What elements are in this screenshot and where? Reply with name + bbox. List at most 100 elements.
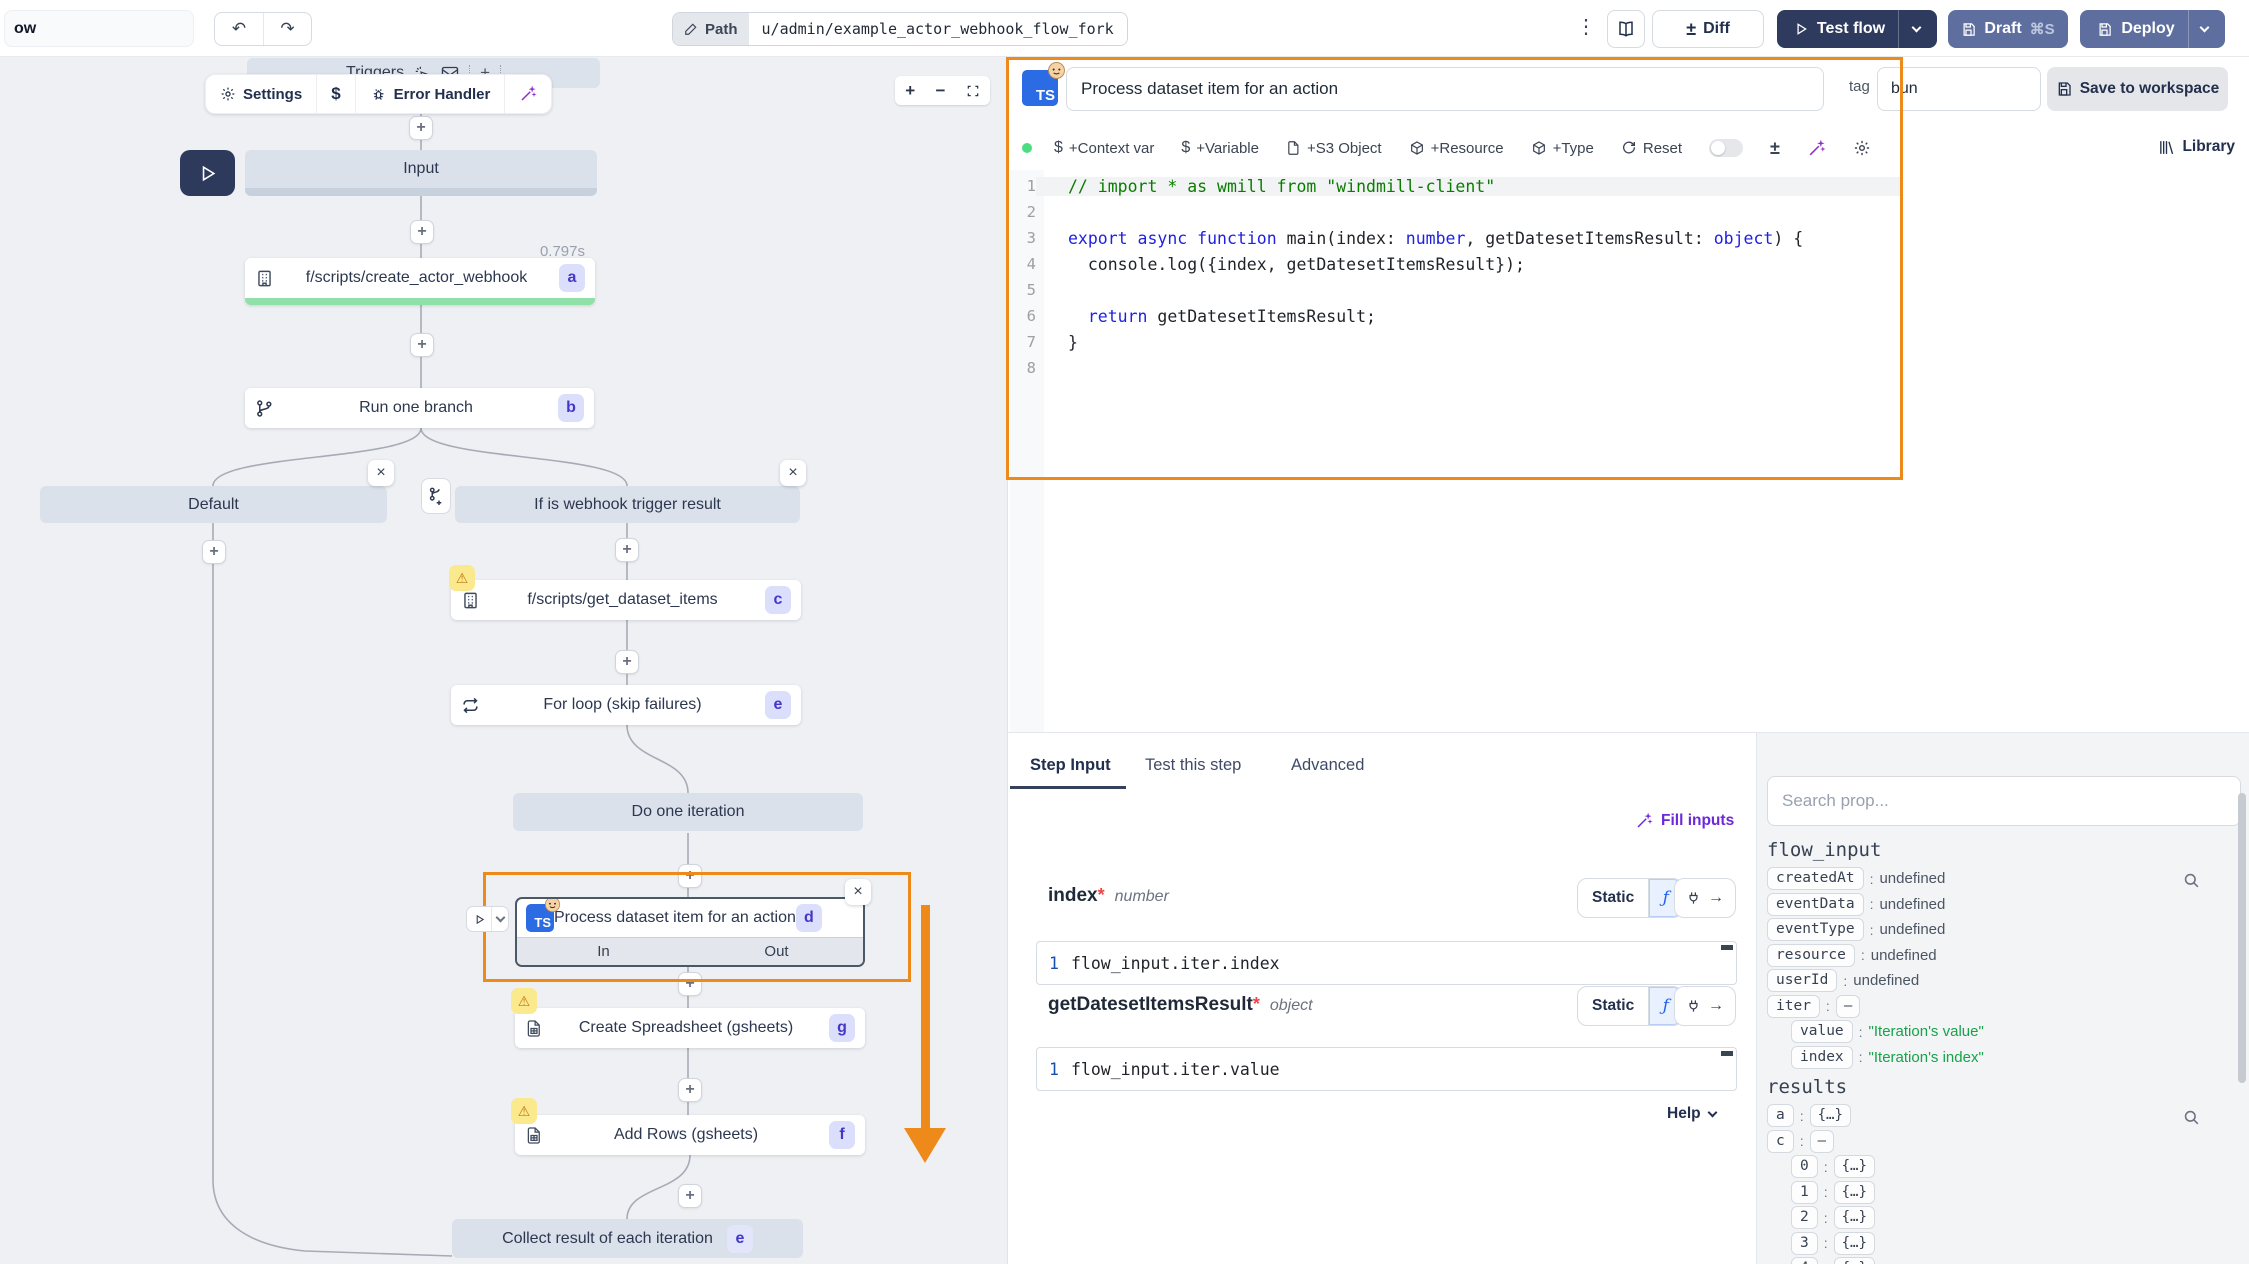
editor-settings-button[interactable]: [1853, 139, 1871, 157]
branch-default[interactable]: Default: [40, 486, 387, 523]
insert-step-button[interactable]: +: [615, 538, 639, 562]
play-icon[interactable]: [467, 907, 491, 931]
path-field[interactable]: Path u/admin/example_actor_webhook_flow_…: [672, 12, 1128, 46]
prop-row[interactable]: eventData : undefined: [1767, 892, 2227, 918]
test-flow-button[interactable]: Test flow: [1777, 10, 1937, 48]
insert-step-button[interactable]: +: [615, 650, 639, 674]
deploy-dropdown[interactable]: [2189, 28, 2221, 31]
prop-row[interactable]: value : "Iteration's value": [1767, 1019, 2227, 1045]
delete-step-button[interactable]: ×: [845, 879, 871, 905]
code-editor[interactable]: 1 // import * as wmill from "windmill-cl…: [1010, 173, 1903, 381]
prop-key[interactable]: eventData: [1767, 893, 1864, 916]
run-step-menu[interactable]: [466, 906, 509, 932]
prop-key[interactable]: 1: [1791, 1181, 1818, 1204]
diff-toggle[interactable]: [1709, 139, 1743, 157]
add-context-var-button[interactable]: $ +Context var: [1054, 139, 1154, 157]
prop-row[interactable]: iter : –: [1767, 994, 2227, 1020]
insert-step-button[interactable]: +: [409, 116, 433, 140]
prop-key[interactable]: value: [1791, 1020, 1853, 1043]
prop-row[interactable]: 2 : {…}: [1767, 1205, 2227, 1231]
input-node[interactable]: Input: [245, 150, 597, 196]
node-run-one-branch[interactable]: Run one branch b: [245, 388, 594, 428]
prop-key[interactable]: a: [1767, 1104, 1794, 1127]
search-icon[interactable]: [2182, 871, 2201, 890]
insert-step-button[interactable]: +: [410, 333, 434, 357]
fit-view-button[interactable]: [966, 84, 980, 98]
prop-row[interactable]: resource : undefined: [1767, 943, 2227, 969]
code-line[interactable]: 5: [1010, 277, 1903, 303]
prop-row[interactable]: 0 : {…}: [1767, 1154, 2227, 1180]
insert-step-button[interactable]: +: [678, 864, 702, 888]
node-add-rows[interactable]: Add Rows (gsheets) f: [515, 1115, 865, 1155]
tab-step-input[interactable]: Step Input: [1030, 756, 1111, 775]
fill-inputs-button[interactable]: Fill inputs: [1635, 812, 1734, 830]
node-get-dataset-items[interactable]: f/scripts/get_dataset_items c: [451, 580, 801, 620]
branch-if-webhook[interactable]: If is webhook trigger result: [455, 486, 800, 523]
code-line[interactable]: 2: [1010, 199, 1903, 225]
prop-row[interactable]: eventType : undefined: [1767, 917, 2227, 943]
flow-settings-button[interactable]: Settings: [206, 75, 316, 113]
docs-button[interactable]: [1607, 10, 1645, 48]
prop-key[interactable]: index: [1791, 1046, 1853, 1069]
prop-row[interactable]: 3 : {…}: [1767, 1231, 2227, 1257]
prop-row[interactable]: 4 : {…}: [1767, 1256, 2227, 1264]
prop-row[interactable]: a : {…}: [1767, 1103, 2227, 1129]
input-mode-toggle[interactable]: Static ƒ: [1577, 986, 1683, 1026]
collect-result-node[interactable]: Collect result of each iteration e: [452, 1219, 803, 1258]
prop-row[interactable]: 1 : {…}: [1767, 1180, 2227, 1206]
do-one-iteration-node[interactable]: Do one iteration: [513, 793, 863, 831]
test-flow-dropdown[interactable]: [1899, 28, 1933, 31]
ai-wand-button[interactable]: [504, 75, 551, 113]
add-s3-object-button[interactable]: +S3 Object: [1286, 140, 1382, 157]
flow-name-input[interactable]: ow: [4, 10, 194, 47]
delete-branch-button[interactable]: ×: [368, 460, 394, 486]
prop-key[interactable]: 0: [1791, 1155, 1818, 1178]
plus-minus-button[interactable]: ±: [1770, 138, 1780, 159]
reset-button[interactable]: Reset: [1621, 140, 1682, 157]
tab-advanced[interactable]: Advanced: [1291, 756, 1364, 775]
test-up-to-here-button[interactable]: [180, 150, 235, 196]
insert-step-button[interactable]: +: [410, 220, 434, 244]
prop-row[interactable]: createdAt : undefined: [1767, 866, 2227, 892]
add-variable-button[interactable]: $ +Variable: [1181, 139, 1259, 157]
prop-key[interactable]: 2: [1791, 1206, 1818, 1229]
library-button[interactable]: Library: [2158, 138, 2235, 156]
deploy-button[interactable]: Deploy: [2080, 10, 2225, 48]
input-mode-toggle[interactable]: Static ƒ: [1577, 878, 1683, 918]
path-value[interactable]: u/admin/example_actor_webhook_flow_fork: [749, 13, 1127, 45]
redo-button[interactable]: ↷: [263, 13, 311, 45]
add-resource-button[interactable]: +Resource: [1409, 140, 1504, 157]
node-create-spreadsheet[interactable]: Create Spreadsheet (gsheets) g: [515, 1008, 865, 1048]
code-line[interactable]: 4 console.log({index, getDatesetItemsRes…: [1010, 251, 1903, 277]
insert-step-button[interactable]: +: [202, 540, 226, 564]
add-branch-button[interactable]: [421, 478, 451, 514]
prop-key[interactable]: 3: [1791, 1232, 1818, 1255]
connect-input-button[interactable]: →: [1674, 986, 1736, 1026]
insert-step-button[interactable]: +: [678, 972, 702, 996]
node-for-loop[interactable]: For loop (skip failures) e: [451, 685, 801, 725]
help-toggle[interactable]: Help: [1667, 1105, 1716, 1123]
node-in-tab[interactable]: In: [517, 938, 690, 965]
expr-input-result[interactable]: 1 flow_input.iter.value: [1036, 1047, 1737, 1091]
prop-row[interactable]: index : "Iteration's index": [1767, 1045, 2227, 1071]
code-line[interactable]: 3 export async function main(index: numb…: [1010, 225, 1903, 251]
diff-button[interactable]: ± Diff: [1652, 10, 1764, 48]
flow-variables-button[interactable]: $: [316, 75, 354, 113]
undo-button[interactable]: ↶: [215, 13, 263, 45]
kebab-menu-icon[interactable]: ⋮: [1576, 14, 1596, 39]
node-out-tab[interactable]: Out: [690, 938, 863, 965]
ai-wand-button[interactable]: [1807, 139, 1826, 158]
zoom-in-button[interactable]: +: [905, 81, 915, 101]
prop-row[interactable]: c : –: [1767, 1129, 2227, 1155]
prop-key[interactable]: resource: [1767, 944, 1855, 967]
sidebar-scrollbar[interactable]: [2238, 793, 2246, 1083]
prop-key[interactable]: 4: [1791, 1257, 1818, 1264]
code-line[interactable]: 1 // import * as wmill from "windmill-cl…: [1010, 173, 1903, 199]
insert-step-button[interactable]: +: [678, 1184, 702, 1208]
delete-branch-button[interactable]: ×: [780, 460, 806, 486]
draft-button[interactable]: Draft ⌘S: [1948, 10, 2068, 48]
node-process-dataset-item[interactable]: TS Process dataset item for an action d …: [515, 897, 865, 967]
prop-key[interactable]: c: [1767, 1130, 1794, 1153]
search-prop-input[interactable]: [1767, 776, 2241, 826]
prop-row[interactable]: userId : undefined: [1767, 968, 2227, 994]
